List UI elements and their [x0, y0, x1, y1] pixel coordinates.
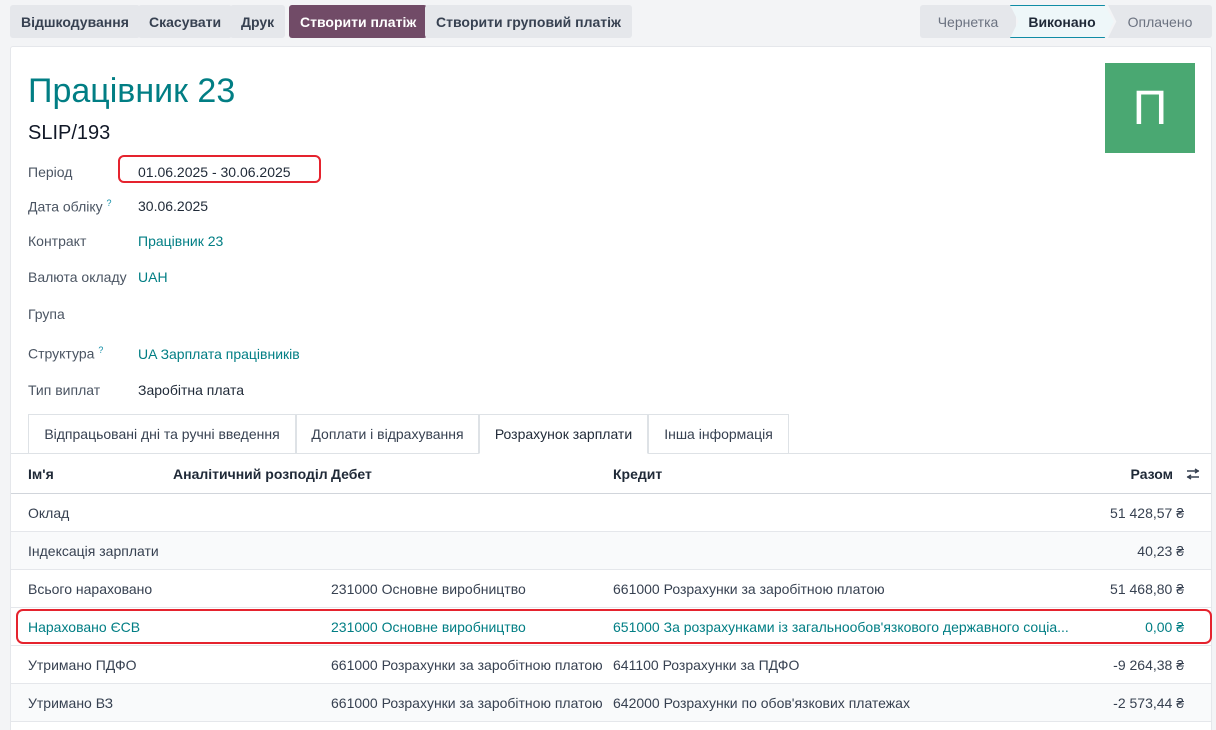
column-total[interactable]: Разом: [1131, 466, 1173, 482]
tab-other-info[interactable]: Інша інформація: [648, 414, 789, 454]
print-button[interactable]: Друк: [230, 5, 286, 38]
column-credit[interactable]: Кредит: [613, 466, 662, 482]
avatar[interactable]: П: [1105, 63, 1195, 153]
status-bar: Чернетка Виконано Оплачено: [920, 5, 1212, 38]
status-draft[interactable]: Чернетка: [920, 5, 1016, 38]
form-sheet: Працівник 23 SLIP/193 П Період 01.06.202…: [10, 46, 1212, 730]
table-header: Ім'я Аналітичний розподіл Дебет Кредит Р…: [11, 454, 1211, 494]
contract-label: Контракт: [28, 233, 87, 249]
tab-salary-computation[interactable]: Розрахунок зарплати: [479, 414, 648, 454]
accounting-date-value[interactable]: 30.06.2025: [138, 198, 208, 214]
row-highlight: [16, 609, 1212, 644]
tab-allowances[interactable]: Доплати і відрахування: [296, 414, 479, 454]
employee-name: Працівник 23: [28, 72, 236, 110]
status-done[interactable]: Виконано: [1010, 5, 1114, 38]
payment-type-value[interactable]: Заробітна плата: [138, 382, 244, 398]
structure-link[interactable]: UA Зарплата працівників: [138, 346, 300, 362]
table-row[interactable]: Утримано ПДФО 661000 Розрахунки за зароб…: [11, 646, 1211, 684]
create-payment-button[interactable]: Створити платіж: [289, 5, 428, 38]
column-analytic[interactable]: Аналітичний розподіл: [173, 466, 328, 482]
accounting-date-label: Дата обліку ?: [28, 198, 112, 215]
column-name[interactable]: Ім'я: [28, 466, 54, 482]
slip-reference: SLIP/193: [28, 122, 111, 144]
column-settings-icon[interactable]: [1185, 466, 1201, 482]
group-label: Група: [28, 306, 65, 322]
table-row[interactable]: Індексація зарплати 40,23 ₴: [11, 532, 1211, 570]
column-debit[interactable]: Дебет: [331, 466, 372, 482]
currency-link[interactable]: UAH: [138, 269, 168, 285]
cancel-button[interactable]: Скасувати: [138, 5, 233, 38]
help-icon[interactable]: ?: [107, 198, 112, 208]
contract-link[interactable]: Працівник 23: [138, 233, 223, 249]
period-highlight: [118, 155, 321, 183]
create-group-payment-button[interactable]: Створити груповий платіж: [425, 5, 632, 38]
table-row[interactable]: Утримано ВЗ 661000 Розрахунки за заробіт…: [11, 684, 1211, 722]
table-row[interactable]: Всього нараховано 231000 Основне виробни…: [11, 570, 1211, 608]
structure-label: Структура ?: [28, 345, 104, 362]
period-label: Період: [28, 164, 73, 180]
refund-button[interactable]: Відшкодування: [10, 5, 140, 38]
status-paid[interactable]: Оплачено: [1108, 5, 1212, 38]
currency-label: Валюта окладу: [28, 269, 127, 285]
tab-worked-days[interactable]: Відпрацьовані дні та ручні введення: [28, 414, 296, 454]
help-icon[interactable]: ?: [98, 345, 103, 355]
table-row[interactable]: Оклад 51 428,57 ₴: [11, 494, 1211, 532]
payment-type-label: Тип виплат: [28, 382, 101, 398]
